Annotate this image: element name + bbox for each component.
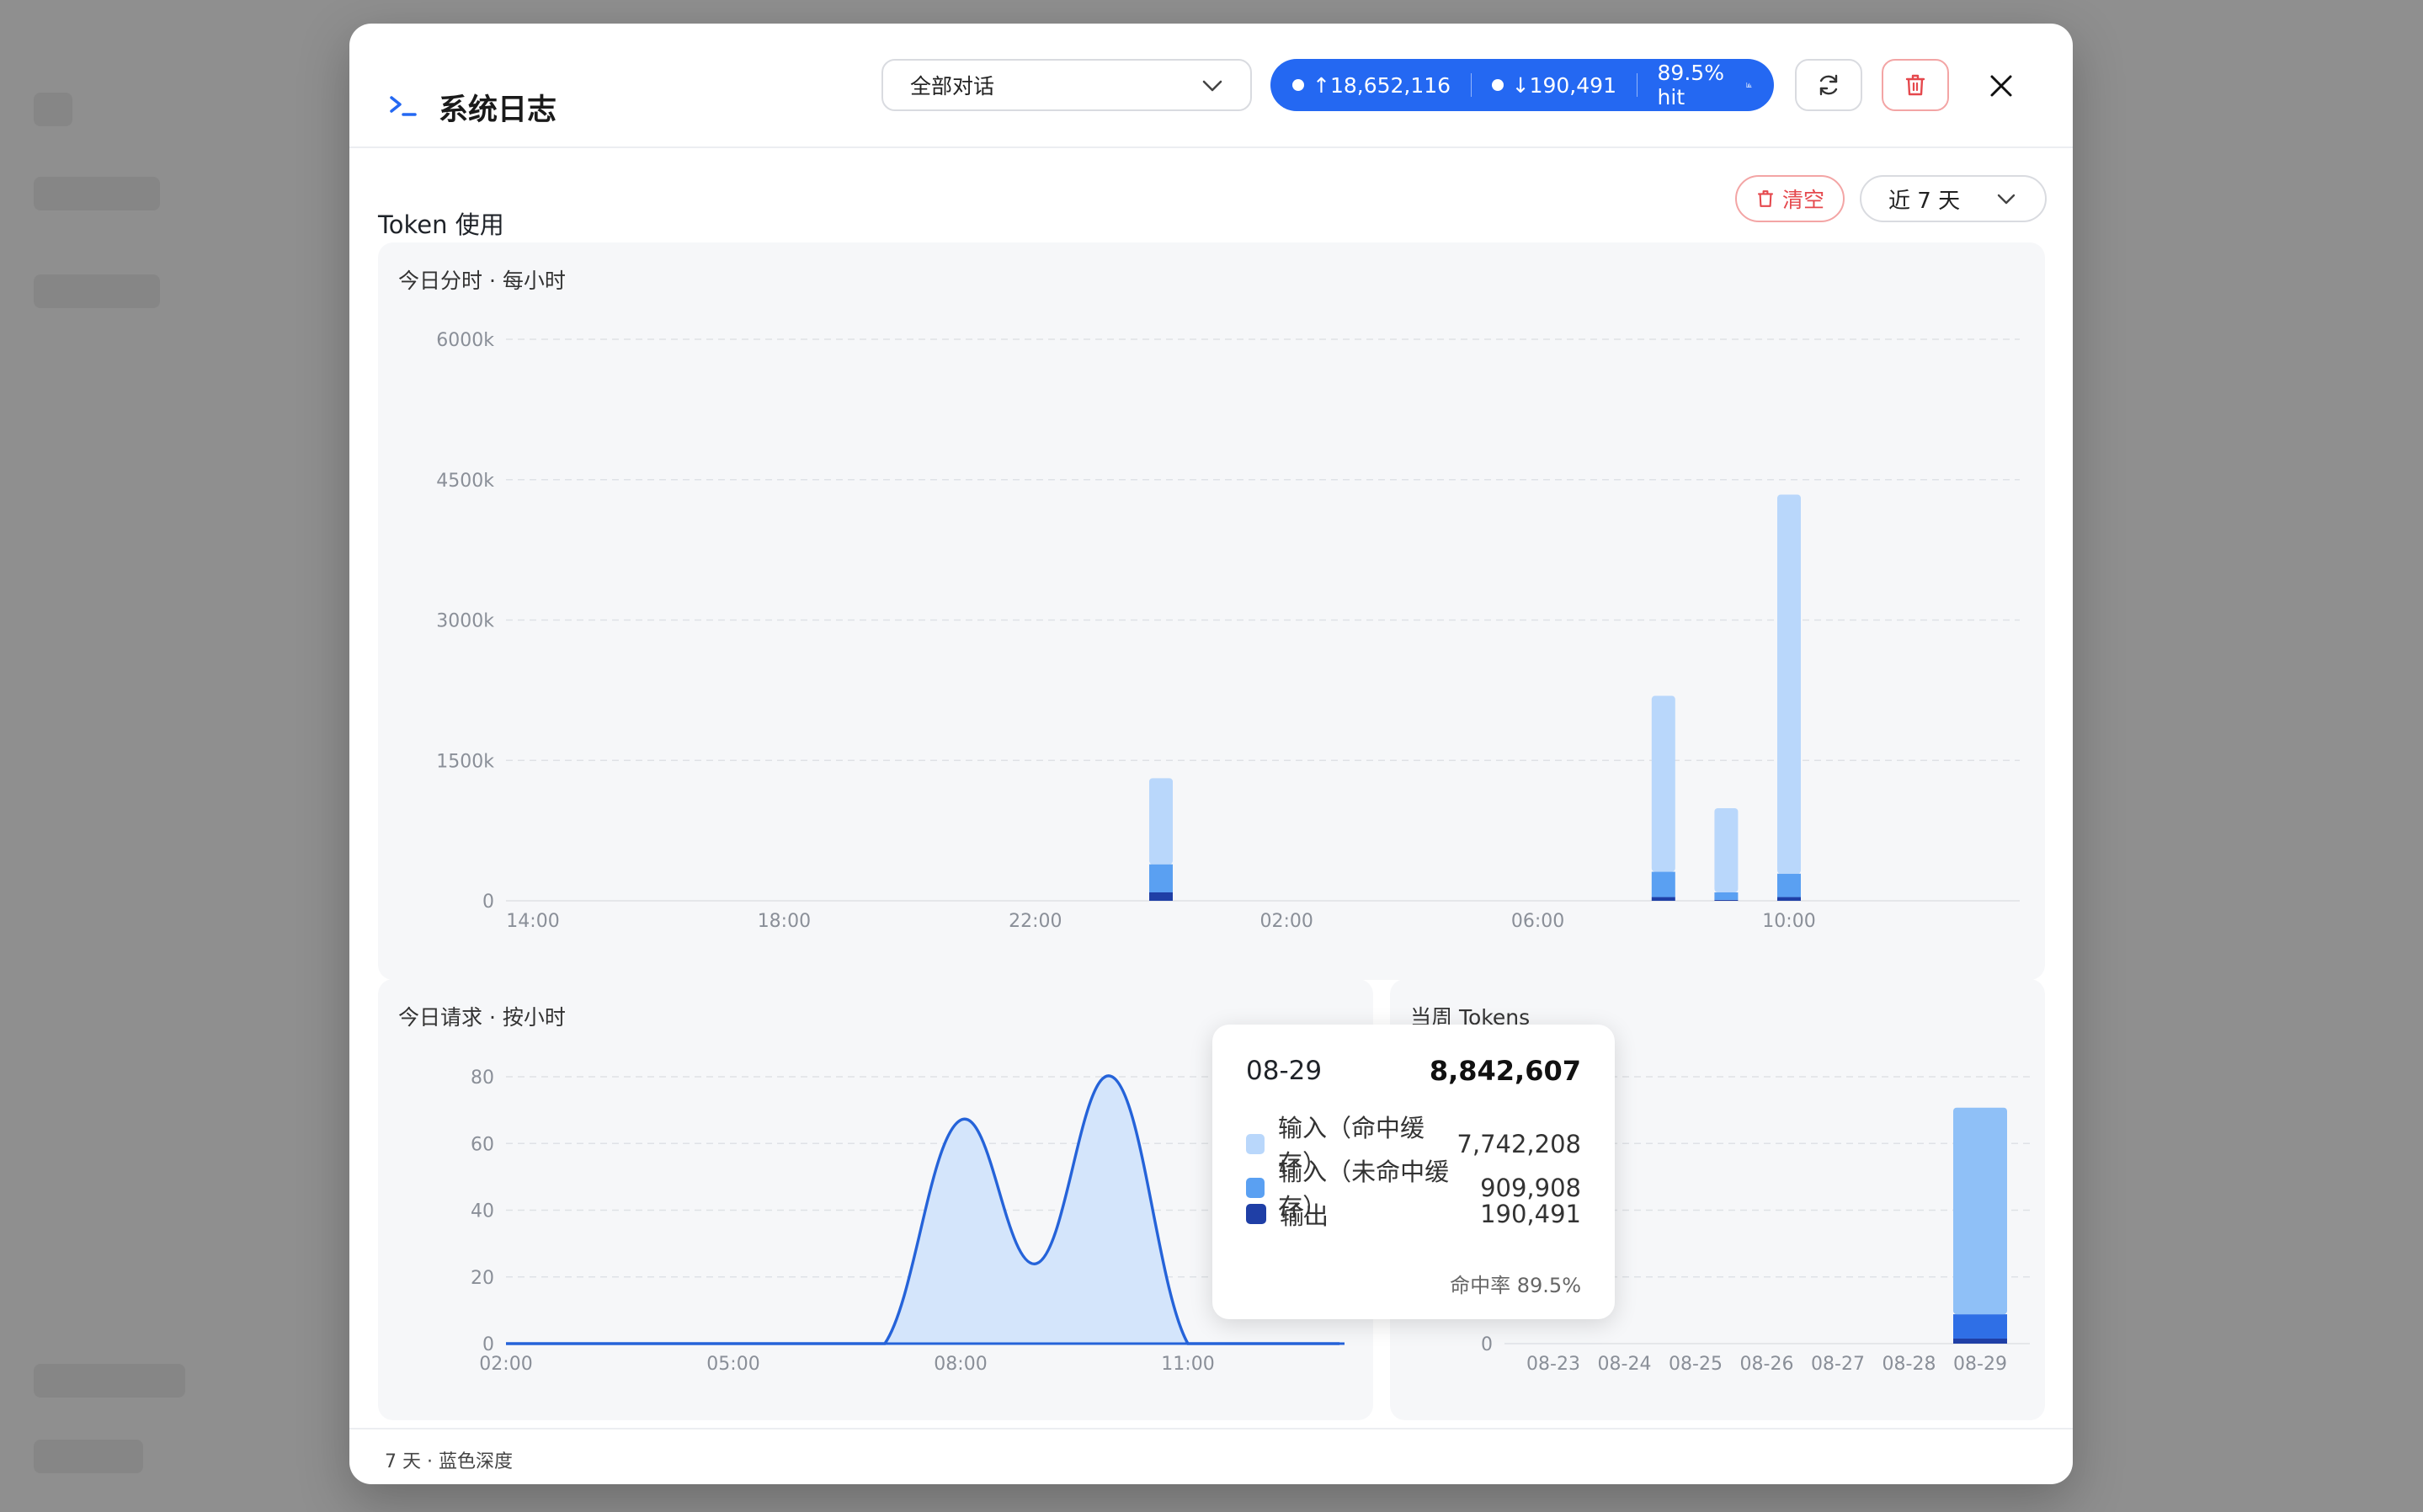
legend-swatch [1246, 1134, 1265, 1154]
y-tick-label: 1500k [436, 751, 494, 772]
close-icon [1990, 75, 2012, 97]
tooltip-date: 08-29 [1246, 1056, 1323, 1086]
bar-segment [1777, 897, 1801, 901]
divider [1471, 73, 1472, 97]
x-tick-label: 08:00 [934, 1354, 987, 1375]
dot-icon [1491, 79, 1504, 91]
x-tick-label: 10:00 [1762, 911, 1815, 932]
bg-nav-item [34, 274, 160, 308]
token-stats-pill[interactable]: ↑18,652,116 ↓190,491 89.5% hit [1270, 59, 1774, 111]
bar-segment [1651, 871, 1675, 897]
x-tick-label: 08-25 [1669, 1354, 1723, 1375]
hourly-token-card: 今日分时 · 每小时 0 1500k 3000k 4500k 6000k 14:00 18:… [378, 242, 2045, 980]
bar-segment [1953, 1338, 2007, 1344]
trash-icon [1905, 74, 1925, 96]
tooltip-row-value: 190,491 [1480, 1200, 1581, 1228]
y-tick-label: 60 [471, 1134, 494, 1155]
tooltip-header: 08-29 8,842,607 [1246, 1055, 1581, 1087]
y-tick-label: 0 [1481, 1334, 1493, 1355]
bar-segment [1149, 864, 1173, 892]
x-tick-label: 02:00 [1259, 911, 1313, 932]
bg-nav-item [34, 1364, 185, 1398]
y-tick-label: 3000k [436, 611, 494, 632]
bg-nav-item [34, 177, 160, 210]
trash-icon [1757, 190, 1774, 207]
x-tick-label: 22:00 [1009, 911, 1062, 932]
y-tick-label: 80 [471, 1067, 494, 1089]
x-tick-label: 08-23 [1526, 1354, 1580, 1375]
tooltip-row: 输出 190,491 [1246, 1196, 1581, 1232]
conversation-select-value: 全部对话 [910, 74, 995, 98]
x-tick-label: 11:00 [1161, 1354, 1214, 1375]
y-tick-label: 0 [482, 1334, 494, 1355]
bar-segment [1953, 1314, 2007, 1339]
x-tick-label: 08-27 [1811, 1354, 1865, 1375]
hourly-token-chart: 0 1500k 3000k 4500k 6000k 14:00 18:00 22:00 02:0… [436, 330, 2020, 932]
bar-chart-icon [1746, 83, 1752, 88]
tooltip-row-label: 输出 [1280, 1201, 1329, 1230]
bar-segment [1777, 873, 1801, 897]
tooltip-total: 8,842,607 [1429, 1055, 1581, 1087]
clear-button[interactable]: 清空 [1735, 175, 1845, 222]
modal-header: 系统日志 全部对话 ↑18,652,116 ↓190,491 89.5% hit [349, 24, 2073, 148]
x-tick-label: 08-29 [1953, 1354, 2007, 1375]
tooltip-hit-rate: 命中率 89.5% [1450, 1274, 1581, 1297]
system-log-modal: 系统日志 全部对话 ↑18,652,116 ↓190,491 89.5% hit [349, 24, 2073, 1484]
bar-segment [1714, 892, 1739, 900]
modal-footer: 7 天 · 蓝色深度 [349, 1428, 2073, 1484]
chevron-down-icon [1997, 194, 2016, 205]
y-tick-label: 20 [471, 1268, 494, 1289]
output-stat-value: ↓190,491 [1511, 72, 1616, 98]
clear-button-label: 清空 [1781, 188, 1824, 212]
x-tick-label: 18:00 [758, 911, 811, 932]
x-tick-label: 05:00 [706, 1354, 759, 1375]
bar-segment [1953, 1107, 2007, 1315]
bar-segment [1714, 899, 1739, 901]
range-select[interactable]: 近 7 天 [1860, 175, 2047, 222]
x-tick-label: 02:00 [479, 1354, 532, 1375]
output-stat: ↓190,491 [1491, 72, 1616, 98]
chevron-down-icon [1202, 80, 1222, 92]
x-tick-label: 08-28 [1882, 1354, 1936, 1375]
bar-segment [1149, 892, 1173, 901]
delete-button[interactable] [1882, 59, 1949, 111]
x-tick-label: 08-24 [1598, 1354, 1652, 1375]
chart-tooltip: 08-29 8,842,607 输入（命中缓存） 7,742,208 输入（未命… [1212, 1025, 1615, 1319]
terminal-icon [390, 96, 417, 116]
modal-title: 系统日志 [439, 93, 557, 127]
bg-logo [34, 93, 72, 126]
refresh-icon [1819, 74, 1838, 96]
legend-swatch [1246, 1178, 1265, 1198]
y-tick-label: 0 [482, 892, 494, 913]
input-stat-value: ↑18,652,116 [1313, 72, 1451, 98]
bar-segment [1149, 778, 1173, 865]
legend-swatch [1246, 1204, 1266, 1224]
x-tick-label: 06:00 [1511, 911, 1564, 932]
bg-nav-item [34, 1440, 143, 1473]
dot-icon [1292, 79, 1304, 91]
divider [1636, 73, 1638, 97]
x-tick-label: 08-26 [1740, 1354, 1794, 1375]
close-button[interactable] [1983, 67, 2020, 104]
bar-segment [1651, 695, 1675, 872]
section-title: Token 使用 [378, 210, 504, 239]
range-select-value: 近 7 天 [1888, 188, 1961, 214]
y-tick-label: 4500k [436, 471, 494, 492]
y-tick-label: 6000k [436, 330, 494, 351]
conversation-select[interactable]: 全部对话 [881, 59, 1252, 111]
footer-text: 7 天 · 蓝色深度 [385, 1451, 513, 1472]
hit-rate-value: 89.5% hit [1657, 61, 1724, 109]
y-tick-label: 40 [471, 1201, 494, 1222]
bar-segment [1777, 494, 1801, 874]
bar-segment [1651, 897, 1675, 901]
x-tick-label: 14:00 [506, 911, 559, 932]
refresh-button[interactable] [1795, 59, 1862, 111]
input-stat: ↑18,652,116 [1292, 73, 1451, 98]
bar-segment [1714, 807, 1739, 892]
